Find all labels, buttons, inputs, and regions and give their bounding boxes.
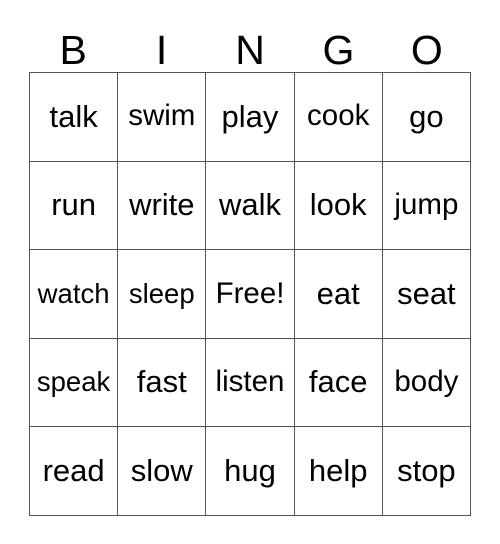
bingo-cell-label: go [409, 98, 444, 134]
bingo-cell-label: help [308, 452, 368, 488]
bingo-cell-b4[interactable]: speak [30, 338, 119, 428]
bingo-cell-n4[interactable]: listen [206, 338, 295, 428]
bingo-header-letter-n: N [235, 27, 265, 73]
bingo-cell-o4[interactable]: body [382, 338, 471, 428]
bingo-cell-label: hug [224, 452, 276, 488]
bingo-cell-o3[interactable]: seat [382, 250, 471, 339]
bingo-cell-n5[interactable]: hug [206, 427, 295, 516]
bingo-cell-i1[interactable]: swim [118, 73, 207, 162]
bingo-cell-i5[interactable]: slow [118, 427, 207, 516]
bingo-header-letter-g: G [322, 27, 355, 73]
bingo-cell-label: fast [136, 364, 187, 400]
bingo-cell-b2[interactable]: run [30, 161, 119, 251]
bingo-cell-o2[interactable]: jump [382, 161, 471, 251]
bingo-header-letter-b: B [59, 27, 87, 73]
bingo-cell-label: speak [36, 366, 111, 398]
bingo-cell-label: swim [128, 99, 196, 133]
bingo-cell-g5[interactable]: help [294, 427, 383, 516]
bingo-cell-label: face [308, 364, 368, 400]
bingo-cell-label: sleep [128, 277, 195, 309]
bingo-cell-label: slow [130, 452, 193, 488]
free-space-label: Free! [215, 276, 285, 310]
bingo-cell-label: listen [215, 365, 285, 399]
bingo-cell-g1[interactable]: cook [294, 73, 383, 162]
bingo-cell-g3[interactable]: eat [294, 250, 383, 339]
bingo-header-letter-o: O [410, 27, 443, 73]
bingo-cell-i3[interactable]: sleep [118, 250, 207, 339]
bingo-cell-g2[interactable]: look [294, 161, 383, 251]
bingo-card: B I N G O talk swim play cook go run wri… [29, 14, 471, 516]
bingo-cell-label: watch [37, 277, 110, 309]
bingo-cell-i4[interactable]: fast [118, 338, 207, 428]
bingo-cell-label: read [42, 452, 105, 488]
bingo-cell-o1[interactable]: go [382, 73, 471, 162]
bingo-cell-i2[interactable]: write [118, 161, 207, 251]
bingo-cell-label: body [394, 365, 459, 399]
bingo-header-letter-i: I [155, 27, 168, 73]
bingo-cell-label: walk [218, 187, 281, 223]
bingo-grid: talk swim play cook go run write walk lo… [29, 72, 471, 516]
bingo-cell-label: stop [397, 452, 456, 488]
bingo-cell-n2[interactable]: walk [206, 161, 295, 251]
bingo-cell-label: look [309, 187, 367, 223]
bingo-cell-label: seat [397, 275, 456, 311]
bingo-cell-b1[interactable]: talk [30, 73, 119, 162]
bingo-cell-n1[interactable]: play [206, 73, 295, 162]
bingo-cell-b3[interactable]: watch [30, 250, 119, 339]
bingo-cell-label: jump [394, 187, 459, 221]
bingo-cell-label: cook [307, 99, 370, 133]
bingo-cell-label: run [51, 187, 96, 223]
bingo-cell-label: write [129, 187, 195, 223]
bingo-cell-o5[interactable]: stop [382, 427, 471, 516]
bingo-cell-b5[interactable]: read [30, 427, 119, 516]
bingo-cell-label: play [221, 98, 279, 134]
bingo-cell-label: talk [49, 98, 98, 134]
bingo-cell-label: eat [316, 275, 360, 311]
bingo-cell-g4[interactable]: face [294, 338, 383, 428]
bingo-cell-free-space[interactable]: Free! [206, 250, 295, 339]
bingo-header-row: B I N G O [29, 14, 471, 72]
